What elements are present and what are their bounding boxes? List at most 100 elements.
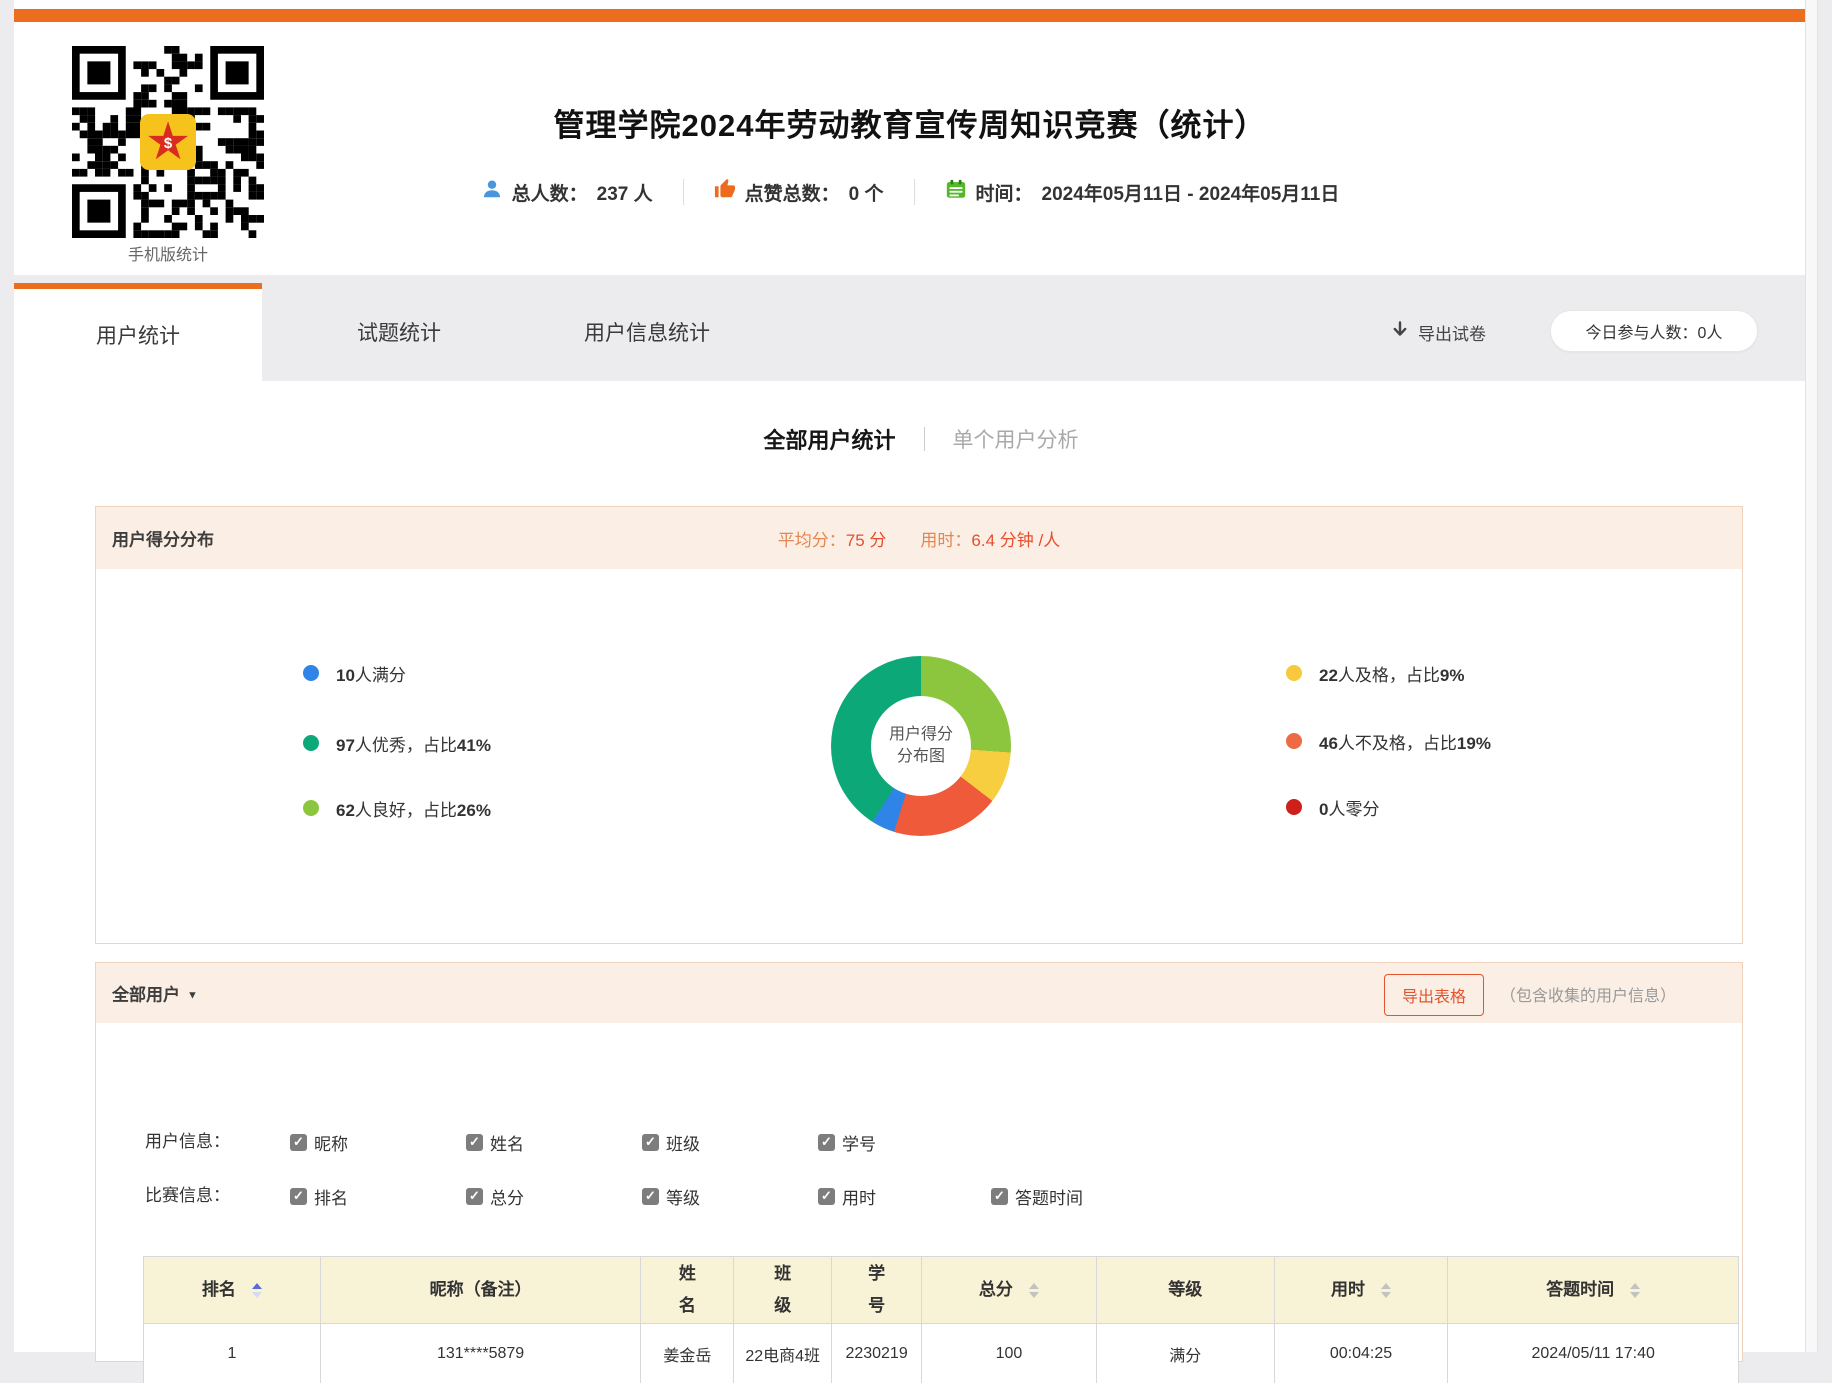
today-participants-text: 今日参与人数：0人	[1586, 319, 1723, 343]
column-label: 等级	[1168, 1274, 1202, 1306]
stat-value: 0 个	[849, 179, 884, 206]
table-header-2: 昵称（备注）	[321, 1257, 642, 1323]
calendar-icon	[945, 178, 967, 206]
legend-item: 0人零分	[1286, 794, 1379, 820]
filter-group-label: 用户信息：	[145, 1128, 230, 1156]
checkbox-checked-icon[interactable]: ✓	[818, 1134, 835, 1151]
stat-value: 237 人	[597, 179, 653, 206]
filter-checkbox-姓名[interactable]: ✓姓名	[466, 1128, 524, 1156]
filter-option-label: 学号	[842, 1130, 876, 1155]
table-cell: 满分	[1097, 1323, 1275, 1383]
table-header-8[interactable]: 用时	[1275, 1257, 1449, 1323]
filter-option-label: 排名	[314, 1184, 348, 1209]
stat-label: 时间：	[976, 179, 1033, 206]
sort-icon[interactable]	[1381, 1283, 1391, 1298]
export-table-button[interactable]: 导出表格	[1384, 974, 1484, 1016]
table-header-6[interactable]: 总分	[922, 1257, 1097, 1323]
table-cell: 131****5879	[321, 1323, 642, 1383]
checkbox-checked-icon[interactable]: ✓	[466, 1188, 483, 1205]
time-per-user-value: 6.4 分钟 /人	[971, 531, 1060, 550]
sort-icon[interactable]	[252, 1283, 262, 1298]
legend-item: 97人优秀，占比41%	[303, 730, 491, 756]
users-panel-title[interactable]: 全部用户▼	[112, 981, 198, 1006]
tab-user-info-stats[interactable]: 用户信息统计	[522, 283, 772, 381]
table-row: 1131****5879姜金岳22电商4班2230219100满分00:04:2…	[144, 1323, 1738, 1383]
avg-score-label: 平均分：	[778, 531, 846, 550]
time-per-user-label: 用时：	[920, 531, 971, 550]
legend-dot	[303, 665, 319, 681]
donut-center-line1: 用户得分	[889, 724, 953, 746]
subtab-single-user[interactable]: 单个用户分析	[953, 424, 1079, 454]
export-paper-label: 导出试卷	[1418, 320, 1486, 345]
filter-checkbox-班级[interactable]: ✓ 班级	[642, 1128, 700, 1156]
filter-option-label: 班级	[666, 1130, 700, 1155]
filter-checkbox-昵称[interactable]: ✓ 昵称	[290, 1128, 348, 1156]
filter-checkbox-排名[interactable]: ✓ 排名	[290, 1182, 348, 1210]
donut-center-label: 用户得分 分布图	[871, 696, 971, 796]
table-cell: 姜金岳	[641, 1323, 734, 1383]
checkbox-checked-icon[interactable]: ✓	[466, 1134, 483, 1151]
checkbox-checked-icon[interactable]: ✓	[642, 1188, 659, 1205]
today-participants-pill: 今日参与人数：0人	[1550, 310, 1758, 352]
checkbox-checked-icon[interactable]: ✓	[642, 1134, 659, 1151]
score-donut-chart: 用户得分 分布图	[831, 656, 1011, 836]
users-panel-title-text: 全部用户	[112, 986, 180, 1005]
avg-score-value: 75 分	[846, 531, 887, 550]
column-label: 姓 名	[679, 1258, 696, 1322]
tab-question-stats[interactable]: 试题统计	[299, 283, 499, 381]
tab-user-stats[interactable]: 用户统计	[14, 283, 262, 381]
column-label: 班 级	[774, 1258, 791, 1322]
filter-checkbox-学号[interactable]: ✓ 学号	[818, 1128, 876, 1156]
score-panel-header: 用户得分分布 平均分：75 分 用时：6.4 分钟 /人	[96, 507, 1742, 569]
table-cell: 00:04:25	[1275, 1323, 1449, 1383]
thumb-up-icon	[714, 178, 736, 206]
column-label: 答题时间	[1546, 1274, 1614, 1306]
table-header-9[interactable]: 答题时间	[1448, 1257, 1738, 1323]
legend-dot	[1286, 799, 1302, 815]
column-label: 学 号	[868, 1258, 885, 1322]
dollar-glyph: $	[164, 135, 172, 152]
legend-dot	[1286, 665, 1302, 681]
scrollbar-track[interactable]	[1805, 0, 1818, 1352]
checkbox-checked-icon[interactable]: ✓	[818, 1188, 835, 1205]
table-header-3: 姓 名	[641, 1257, 734, 1323]
checkbox-checked-icon[interactable]: ✓	[991, 1188, 1008, 1205]
export-paper-button[interactable]: 导出试卷	[1390, 283, 1486, 381]
tab-band	[14, 275, 1818, 381]
filter-option-label: 答题时间	[1015, 1184, 1083, 1209]
download-icon	[1390, 320, 1410, 345]
checkbox-checked-icon[interactable]: ✓	[290, 1188, 307, 1205]
table-cell: 22电商4班	[734, 1323, 832, 1383]
score-distribution-panel: 用户得分分布 平均分：75 分 用时：6.4 分钟 /人 10人满分 97人优秀，…	[95, 506, 1743, 944]
legend-text: 46人不及格，占比19%	[1319, 729, 1491, 754]
users-table-body: 1131****5879姜金岳22电商4班2230219100满分00:04:2…	[144, 1323, 1738, 1383]
legend-dot	[303, 800, 319, 816]
table-cell: 2230219	[832, 1323, 922, 1383]
table-header-5: 学 号	[832, 1257, 922, 1323]
table-cell: 1	[144, 1323, 321, 1383]
column-label: 用时	[1331, 1274, 1365, 1306]
sort-icon[interactable]	[1630, 1283, 1640, 1298]
tab-user-info-stats-label: 用户信息统计	[584, 317, 710, 347]
filter-checkbox-等级[interactable]: ✓等级	[642, 1182, 700, 1210]
filter-checkbox-总分[interactable]: ✓ 总分	[466, 1182, 524, 1210]
person-icon	[481, 178, 503, 206]
stat-item: 时间： 2024年05月11日 - 2024年05月11日	[915, 178, 1370, 206]
legend-text: 10人满分	[336, 661, 406, 686]
filter-checkbox-答题时间[interactable]: ✓ 答题时间	[991, 1182, 1083, 1210]
sort-icon[interactable]	[1029, 1283, 1039, 1298]
filter-option-label: 总分	[490, 1184, 524, 1209]
column-label: 排名	[202, 1274, 236, 1306]
legend-text: 22人及格，占比9%	[1319, 661, 1465, 686]
users-panel-header: 全部用户▼ 导出表格 （包含收集的用户信息）	[96, 963, 1742, 1023]
score-panel-summary: 平均分：75 分 用时：6.4 分钟 /人	[96, 507, 1742, 569]
filter-option-label: 昵称	[314, 1130, 348, 1155]
checkbox-checked-icon[interactable]: ✓	[290, 1134, 307, 1151]
legend-item: 22人及格，占比9%	[1286, 660, 1465, 686]
table-header-1[interactable]: 排名	[144, 1257, 321, 1323]
stat-value: 2024年05月11日 - 2024年05月11日	[1042, 179, 1340, 206]
filter-checkbox-用时[interactable]: ✓用时	[818, 1182, 876, 1210]
subtab-all-users[interactable]: 全部用户统计	[763, 423, 895, 455]
filter-group-label: 比赛信息：	[145, 1182, 230, 1210]
tab-question-stats-label: 试题统计	[357, 317, 441, 347]
